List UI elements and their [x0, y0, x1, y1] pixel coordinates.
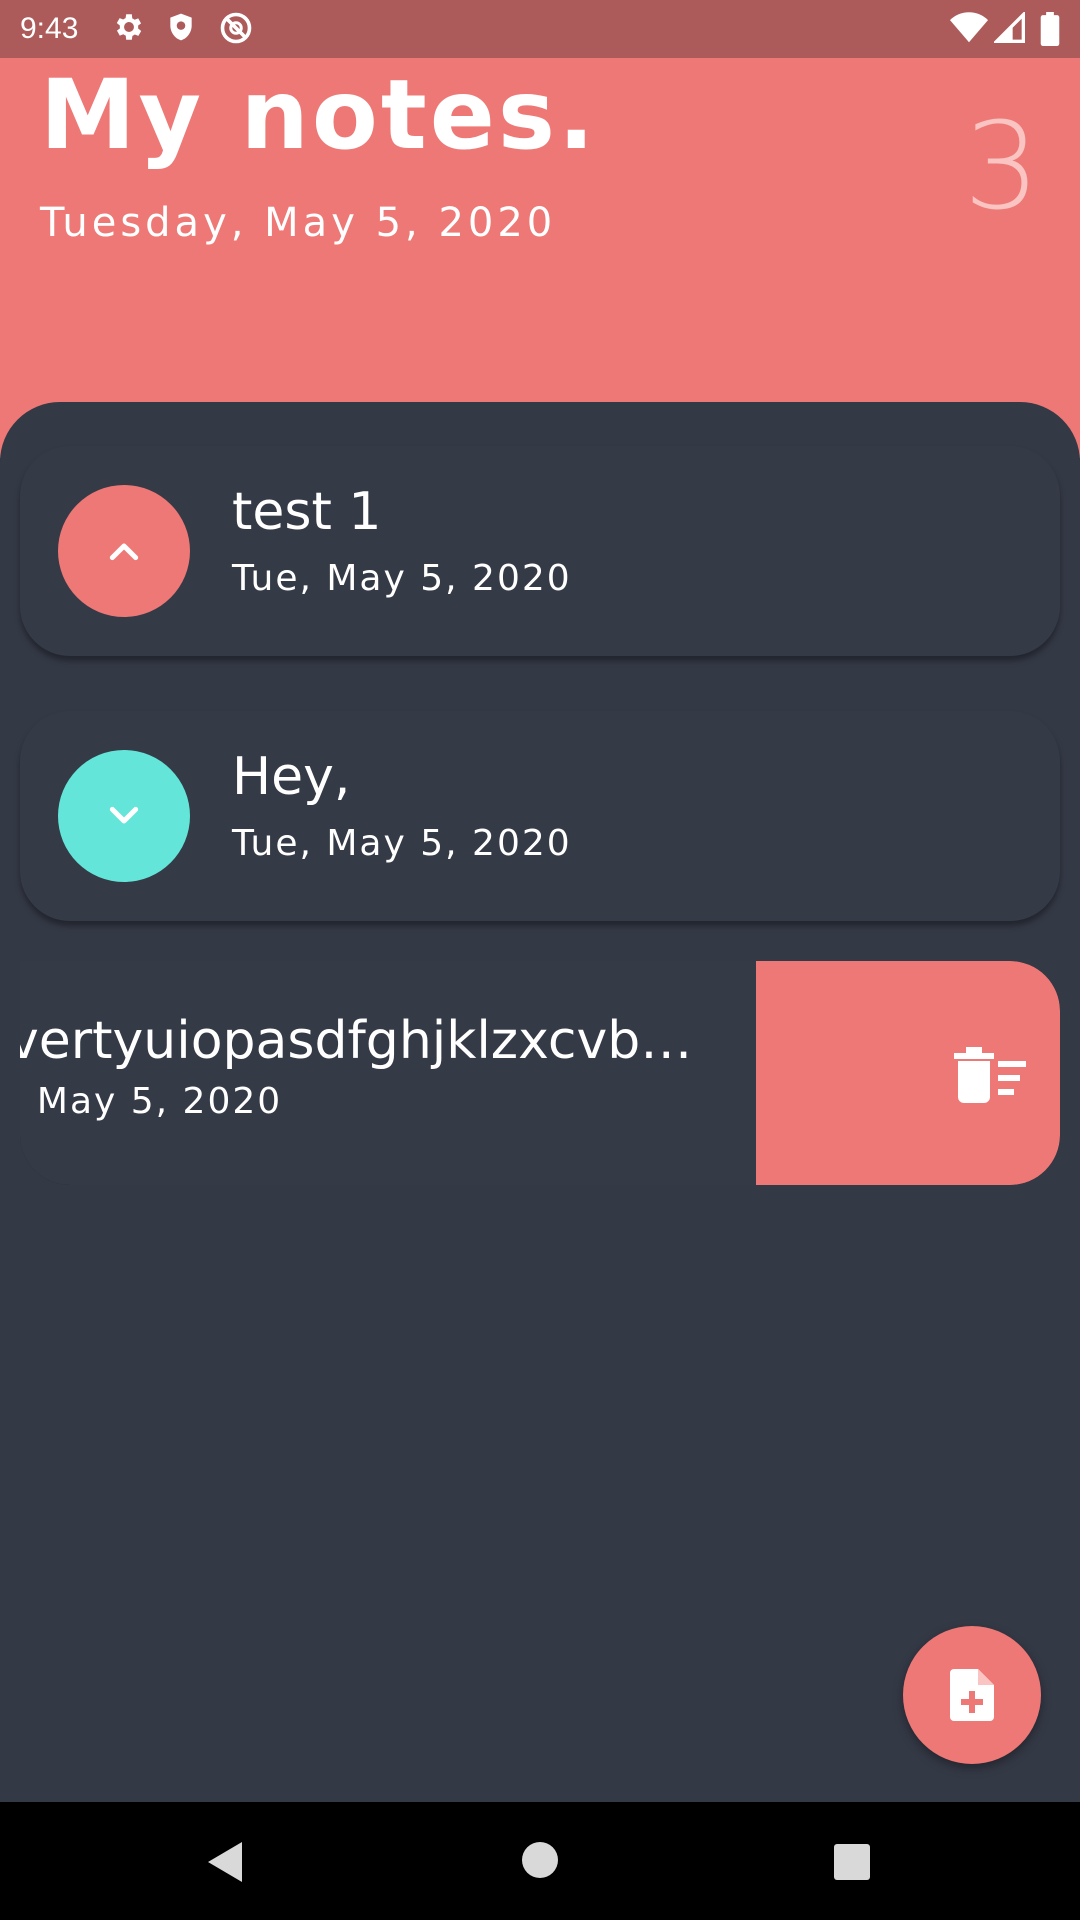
- back-icon[interactable]: [206, 1840, 246, 1888]
- battery-icon: [1040, 12, 1060, 46]
- shield-icon: [165, 10, 197, 44]
- note-card[interactable]: Hey, Tue, May 5, 2020: [20, 711, 1060, 921]
- note-date: Tue, May 5, 2020: [232, 823, 572, 864]
- swiped-note-card[interactable]: vertyuiopasdfghjklzxcvb… , May 5, 2020: [20, 961, 1060, 1185]
- add-note-icon: [950, 1669, 994, 1721]
- note-title: test 1: [232, 482, 382, 542]
- add-note-button[interactable]: [903, 1626, 1041, 1764]
- status-time: 9:43: [20, 12, 79, 45]
- header-date: Tuesday, May 5, 2020: [40, 200, 557, 246]
- note-title: Hey,: [232, 747, 351, 807]
- priority-badge[interactable]: [58, 485, 190, 617]
- home-icon[interactable]: [520, 1840, 560, 1884]
- recents-icon[interactable]: [832, 1842, 872, 1886]
- signal-icon: [994, 12, 1026, 44]
- chevron-up-icon: [109, 543, 139, 561]
- delete-action[interactable]: [756, 961, 1060, 1185]
- note-date: , May 5, 2020: [20, 1081, 283, 1122]
- page-title: My notes.: [40, 59, 598, 171]
- status-bar: 9:43: [0, 0, 1080, 58]
- wifi-icon: [950, 12, 988, 44]
- note-title: vertyuiopasdfghjklzxcvb…: [20, 1011, 693, 1071]
- priority-badge[interactable]: [58, 750, 190, 882]
- note-date: Tue, May 5, 2020: [232, 558, 572, 599]
- note-card[interactable]: test 1 Tue, May 5, 2020: [20, 446, 1060, 656]
- chevron-down-icon: [109, 806, 139, 824]
- delete-sweep-icon: [954, 1047, 1026, 1103]
- note-count: 3: [963, 98, 1040, 237]
- note-card-content[interactable]: vertyuiopasdfghjklzxcvb… , May 5, 2020: [20, 961, 756, 1185]
- system-nav-bar: [0, 1802, 1080, 1920]
- no-sync-icon: [218, 10, 254, 46]
- gear-icon: [112, 10, 146, 44]
